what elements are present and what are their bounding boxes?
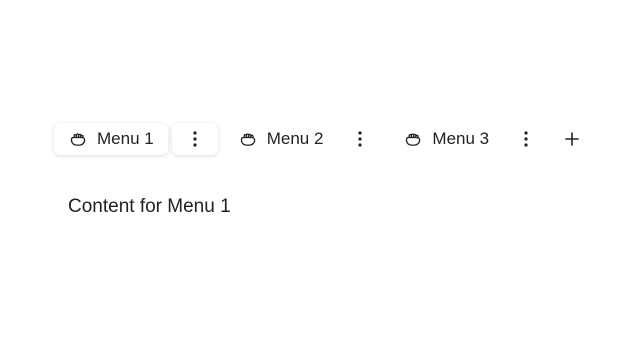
tab-label: Menu 1 — [97, 129, 154, 148]
tab-menu-3-options-button[interactable] — [503, 123, 549, 155]
tab-group-menu-2: Menu 2 — [224, 122, 384, 156]
vertical-dots-icon — [358, 131, 363, 147]
tab-menu-3[interactable]: Menu 3 — [389, 123, 503, 155]
tab-label: Menu 2 — [266, 129, 324, 148]
tab-menu-2[interactable]: Menu 2 — [224, 123, 338, 155]
grab-hand-icon[interactable] — [68, 129, 88, 149]
grab-hand-icon[interactable] — [238, 129, 258, 149]
tab-menu-2-options-button[interactable] — [337, 123, 383, 155]
tab-label: Menu 3 — [432, 129, 490, 148]
tab-menu-1[interactable]: Menu 1 — [54, 123, 168, 155]
vertical-dots-icon — [193, 131, 197, 147]
tab-group-menu-1: Menu 1 — [54, 122, 218, 156]
add-tab-button[interactable] — [555, 123, 589, 155]
tab-bar: Menu 1 Menu 2 Menu 3 — [54, 122, 589, 156]
tab-content-text: Content for Menu 1 — [68, 196, 231, 217]
plus-icon — [565, 132, 579, 146]
page: Menu 1 Menu 2 Menu 3 Content for Menu 1 — [0, 0, 640, 357]
tab-group-menu-3: Menu 3 — [389, 122, 549, 156]
grab-hand-icon[interactable] — [403, 129, 423, 149]
vertical-dots-icon — [524, 131, 528, 147]
tab-menu-1-options-button[interactable] — [171, 123, 218, 155]
